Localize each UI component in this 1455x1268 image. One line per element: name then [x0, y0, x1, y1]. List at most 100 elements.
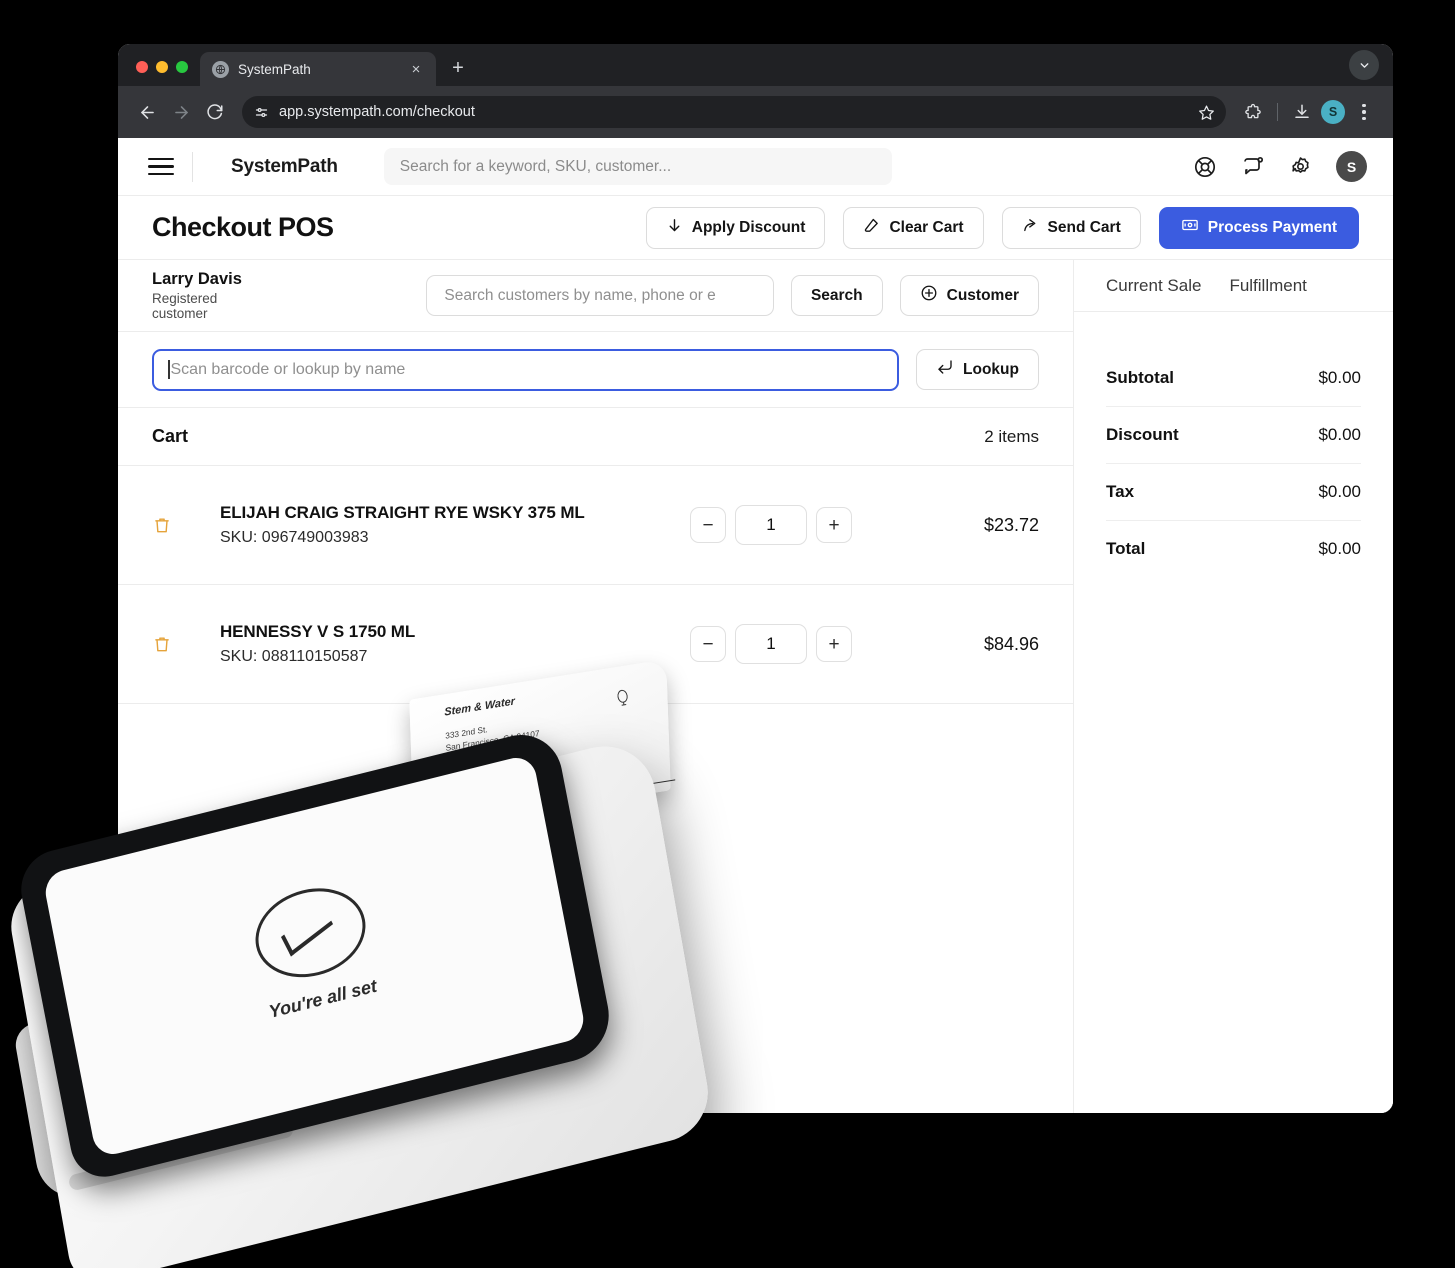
brand-logo-text[interactable]: SystemPath — [231, 156, 338, 178]
product-name: ELIJAH CRAIG STRAIGHT RYE WSKY 375 ML — [220, 503, 585, 522]
trash-icon[interactable] — [152, 634, 188, 654]
cart-label: Cart — [152, 426, 189, 446]
summary-row-subtotal: Subtotal $0.00 — [1106, 350, 1361, 407]
settings-gear-icon[interactable] — [1289, 155, 1312, 178]
new-tab-button[interactable]: + — [444, 54, 472, 82]
text-caret — [168, 360, 170, 379]
summary-label: Total — [1106, 539, 1146, 558]
reload-icon[interactable] — [200, 97, 230, 127]
close-icon[interactable]: × — [406, 59, 426, 79]
tab-fulfillment[interactable]: Fulfillment — [1229, 276, 1306, 296]
minimize-window-button[interactable] — [156, 61, 168, 73]
process-payment-label: Process Payment — [1207, 218, 1337, 236]
browser-profile-avatar[interactable]: S — [1321, 100, 1345, 124]
global-search-input[interactable]: Search for a keyword, SKU, customer... — [383, 148, 892, 185]
apply-discount-label: Apply Discount — [691, 218, 806, 236]
share-arrow-icon — [1022, 217, 1039, 239]
app-header: SystemPath Search for a keyword, SKU, cu… — [118, 138, 1393, 196]
address-bar[interactable]: app.systempath.com/checkout — [242, 96, 1226, 128]
chevron-down-icon[interactable] — [1349, 50, 1379, 80]
customer-name: Larry Davis — [152, 270, 242, 288]
app-header-actions: S — [1193, 151, 1367, 182]
screenshot-stage: SystemPath × + app.systempath.com/checko… — [0, 0, 1455, 1268]
menu-hamburger-icon[interactable] — [148, 157, 174, 176]
product-info: HENNESSY V S 1750 ML SKU: 088110150587 — [220, 622, 690, 666]
quantity-decrease-button[interactable]: − — [690, 626, 726, 662]
summary-value: $0.00 — [1318, 482, 1361, 501]
summary-row-total: Total $0.00 — [1106, 521, 1361, 577]
send-cart-button[interactable]: Send Cart — [1001, 206, 1141, 249]
table-row[interactable]: ELIJAH CRAIG STRAIGHT RYE WSKY 375 ML SK… — [118, 466, 1073, 585]
close-window-button[interactable] — [136, 61, 148, 73]
customer-search-button[interactable]: Search — [790, 275, 883, 316]
summary-label: Tax — [1106, 482, 1135, 501]
back-icon[interactable] — [132, 97, 162, 127]
barcode-scan-placeholder: Scan barcode or lookup by name — [170, 360, 406, 378]
user-avatar[interactable]: S — [1336, 151, 1367, 182]
summary-rows: Subtotal $0.00 Discount $0.00 Tax $0.00 … — [1074, 312, 1393, 577]
quantity-stepper: − 1 + — [690, 624, 852, 664]
product-sku: SKU: 096749003983 — [220, 529, 369, 546]
page-action-buttons: Apply Discount Clear Cart Send Cart Proc… — [645, 206, 1359, 249]
table-row[interactable]: HENNESSY V S 1750 ML SKU: 088110150587 −… — [118, 585, 1073, 704]
puzzle-icon[interactable] — [1238, 97, 1268, 127]
lookup-button[interactable]: Lookup — [916, 349, 1039, 390]
process-payment-button[interactable]: Process Payment — [1158, 206, 1359, 249]
summary-value: $0.00 — [1318, 539, 1361, 558]
quantity-stepper: − 1 + — [690, 505, 852, 545]
banknote-icon — [1181, 216, 1199, 239]
tab-current-sale[interactable]: Current Sale — [1106, 276, 1201, 296]
maximize-window-button[interactable] — [176, 61, 188, 73]
browser-tab[interactable]: SystemPath × — [200, 52, 436, 86]
header-divider — [192, 151, 193, 182]
browser-window: SystemPath × + app.systempath.com/checko… — [118, 44, 1393, 1113]
customer-search-input[interactable]: Search customers by name, phone or e — [426, 275, 774, 316]
browser-toolbar: app.systempath.com/checkout S — [118, 86, 1393, 138]
terminal-card-slot — [67, 1120, 295, 1192]
customer-info: Larry Davis Registered customer — [152, 270, 276, 321]
add-customer-button[interactable]: Customer — [899, 275, 1039, 316]
product-sku: SKU: 088110150587 — [220, 648, 368, 665]
customer-status: Registered customer — [152, 291, 218, 321]
product-name: HENNESSY V S 1750 ML — [220, 622, 416, 641]
plus-circle-icon — [920, 284, 938, 307]
window-controls[interactable] — [130, 61, 200, 86]
product-info: ELIJAH CRAIG STRAIGHT RYE WSKY 375 ML SK… — [220, 503, 690, 547]
sale-summary-panel: Current Sale Fulfillment Subtotal $0.00 … — [1073, 260, 1393, 1113]
globe-icon — [212, 60, 229, 78]
barcode-scan-input[interactable]: Scan barcode or lookup by name — [152, 348, 900, 391]
toolbar-divider — [1277, 103, 1278, 121]
browser-tab-strip: SystemPath × + — [118, 44, 1393, 86]
customer-search-button-label: Search — [810, 286, 863, 304]
customer-search-placeholder: Search customers by name, phone or e — [444, 286, 716, 304]
apply-discount-button[interactable]: Apply Discount — [645, 206, 826, 249]
cart-header: Cart 2 items — [118, 408, 1073, 466]
quantity-value[interactable]: 1 — [735, 624, 807, 664]
forward-icon[interactable] — [166, 97, 196, 127]
download-icon[interactable] — [1287, 97, 1317, 127]
eraser-icon — [863, 217, 880, 239]
quantity-decrease-button[interactable]: − — [690, 507, 726, 543]
page-toolbar: Checkout POS Apply Discount Clear Cart S… — [118, 196, 1393, 260]
url-text: app.systempath.com/checkout — [279, 104, 475, 120]
trash-icon[interactable] — [152, 515, 188, 535]
notifications-bubble-icon[interactable] — [1241, 155, 1265, 179]
star-icon[interactable] — [1192, 98, 1220, 126]
line-item-price: $84.96 — [983, 633, 1039, 654]
browser-tab-title: SystemPath — [238, 61, 311, 77]
clear-cart-button[interactable]: Clear Cart — [843, 206, 984, 249]
tune-icon[interactable] — [254, 105, 269, 120]
lookup-label: Lookup — [963, 360, 1019, 378]
summary-value: $0.00 — [1318, 368, 1361, 387]
line-item-price: $23.72 — [983, 514, 1039, 535]
summary-label: Subtotal — [1106, 368, 1174, 387]
add-customer-label: Customer — [946, 286, 1019, 304]
quantity-value[interactable]: 1 — [735, 505, 807, 545]
arrow-down-icon — [666, 217, 683, 239]
quantity-increase-button[interactable]: + — [816, 626, 852, 662]
summary-row-discount: Discount $0.00 — [1106, 407, 1361, 464]
three-dot-menu-icon[interactable] — [1349, 97, 1379, 127]
help-lifebuoy-icon[interactable] — [1193, 155, 1217, 179]
enter-return-icon — [936, 358, 954, 381]
quantity-increase-button[interactable]: + — [816, 507, 852, 543]
